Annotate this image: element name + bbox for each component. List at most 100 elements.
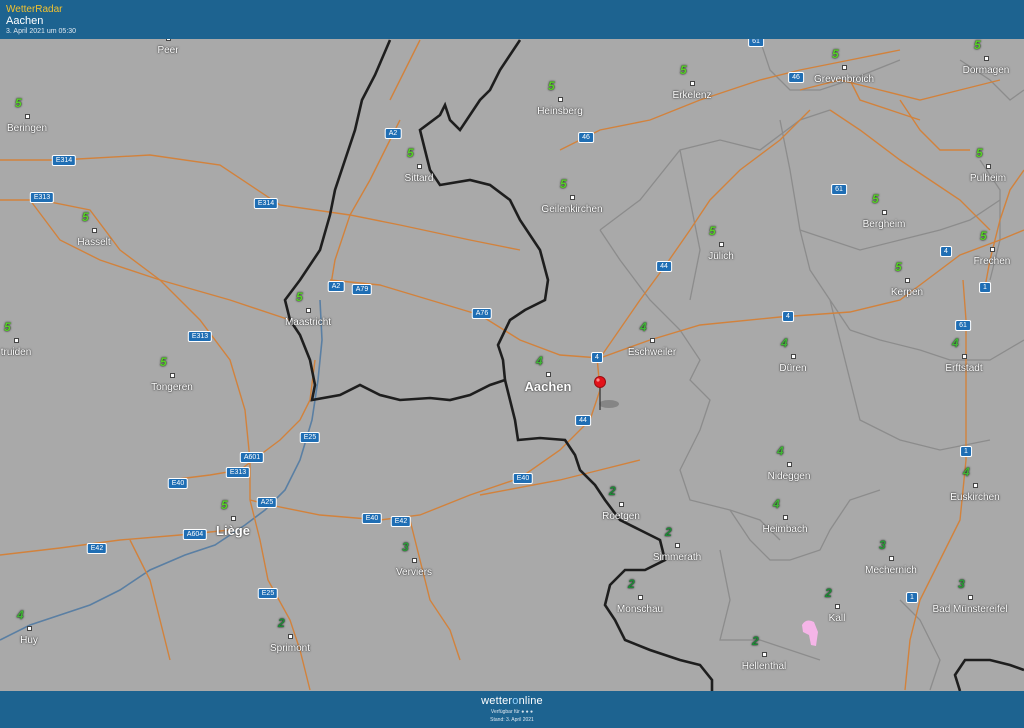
city-dot-verviers — [412, 558, 417, 563]
forecast-level-dormagen: 5 — [974, 39, 981, 52]
city-dot-truiden — [14, 338, 19, 343]
header-bar: WetterRadar Aachen 3. April 2021 um 05:3… — [0, 0, 1024, 39]
map-pin-icon[interactable] — [594, 376, 620, 411]
city-label-truiden[interactable]: truiden — [1, 347, 32, 358]
city-label-maastricht[interactable]: Maastricht — [285, 317, 331, 328]
forecast-level-erftstadt: 4 — [952, 336, 959, 350]
city-label-dormagen[interactable]: Dormagen — [963, 65, 1010, 76]
city-dot-peer — [166, 39, 171, 41]
wetteronline-logo[interactable]: wetteronline — [0, 695, 1024, 707]
city-label-tongeren[interactable]: Tongeren — [151, 382, 193, 393]
city-label-pulheim[interactable]: Pulheim — [970, 173, 1006, 184]
radar-map[interactable]: 61 46 A2 46 E314 E313 E314 61 4 44 1 A2 A79 A76 4 E313 6… — [0, 39, 1024, 691]
city-label-aachen[interactable]: Aachen — [525, 379, 572, 394]
forecast-level-nideggen: 4 — [777, 444, 784, 458]
city-label-frechen[interactable]: Frechen — [974, 256, 1011, 267]
road-shield-a79: A79 — [351, 284, 373, 295]
forecast-level-hellenthal: 2 — [752, 634, 759, 648]
city-label-huy[interactable]: Huy — [20, 635, 38, 646]
road-shield-4: 4 — [940, 246, 952, 257]
city-label-heimbach[interactable]: Heimbach — [762, 524, 807, 535]
city-label-peer[interactable]: Peer — [157, 45, 178, 56]
city-label-mechernich[interactable]: Mechernich — [865, 565, 917, 576]
city-label-beringen[interactable]: Beringen — [7, 123, 47, 134]
city-dot-heimbach — [783, 515, 788, 520]
forecast-level-huy: 4 — [17, 608, 24, 622]
city-dot-huy — [27, 626, 32, 631]
road-shield-e314: E314 — [51, 155, 77, 166]
city-dot-sprimont — [288, 634, 293, 639]
city-dot-hasselt — [92, 228, 97, 233]
city-label-duren[interactable]: Düren — [779, 363, 806, 374]
city-label-erftstadt[interactable]: Erftstadt — [945, 363, 982, 374]
city-dot-bergheim — [882, 210, 887, 215]
city-label-nideggen[interactable]: Nideggen — [768, 471, 811, 482]
road-shield-e40: E40 — [361, 513, 383, 524]
road-shield-1: 1 — [960, 446, 972, 457]
forecast-level-monschau: 2 — [628, 577, 635, 591]
precip-blob — [802, 620, 818, 646]
city-label-hasselt[interactable]: Hasselt — [77, 237, 110, 248]
city-label-erkelenz[interactable]: Erkelenz — [673, 90, 712, 101]
forecast-level-frechen: 5 — [980, 229, 987, 243]
city-label-sittard[interactable]: Sittard — [405, 173, 434, 184]
forecast-level-simmerath: 2 — [665, 525, 672, 539]
footer-bar: wetteronline Verfügbar für ● ● ● Stand: … — [0, 691, 1024, 728]
city-dot-kall — [835, 604, 840, 609]
city-label-simmerath[interactable]: Simmerath — [653, 552, 701, 563]
city-dot-sittard — [417, 164, 422, 169]
city-label-euskirchen[interactable]: Euskirchen — [950, 492, 999, 503]
road-shield-46: 46 — [788, 72, 804, 83]
road-shield-a604: A604 — [182, 529, 208, 540]
city-label-hellenthal[interactable]: Hellenthal — [742, 661, 786, 672]
city-dot-liege — [231, 516, 236, 521]
city-label-kall[interactable]: Kall — [829, 613, 846, 624]
forecast-level-julich: 5 — [709, 224, 716, 238]
road-shield-e25: E25 — [299, 432, 321, 443]
forecast-level-verviers: 3 — [402, 540, 409, 554]
city-label-geilenkirchen[interactable]: Geilenkirchen — [541, 204, 602, 215]
city-label-bad-munstereifel[interactable]: Bad Münstereifel — [932, 604, 1007, 615]
availability-text: Verfügbar für ● ● ● — [490, 709, 534, 715]
city-dot-maastricht — [306, 308, 311, 313]
road-shield-a2: A2 — [384, 128, 402, 139]
forecast-level-beringen: 5 — [15, 96, 22, 110]
forecast-level-kall: 2 — [825, 586, 832, 600]
city-dot-roetgen — [619, 502, 624, 507]
road-shield-61: 61 — [955, 320, 971, 331]
road-shield-e313: E313 — [29, 192, 55, 203]
city-label-heinsberg[interactable]: Heinsberg — [537, 106, 583, 117]
forecast-level-heinsberg: 5 — [548, 79, 555, 93]
road-shield-e313: E313 — [187, 331, 213, 342]
forecast-level-aachen: 4 — [536, 354, 543, 368]
city-dot-grevenbroich — [842, 65, 847, 70]
stand-text: Stand: 3. April 2021 — [490, 717, 534, 723]
road-shield-a2: A2 — [327, 281, 345, 292]
forecast-level-eschweiler: 4 — [640, 320, 647, 334]
brand-title[interactable]: WetterRadar — [6, 4, 63, 15]
city-dot-erkelenz — [690, 81, 695, 86]
road-network — [0, 39, 1024, 691]
city-label-eschweiler[interactable]: Eschweiler — [628, 347, 676, 358]
city-label-liege[interactable]: Liège — [216, 523, 250, 538]
road-shield-61: 61 — [831, 184, 847, 195]
city-dot-frechen — [990, 247, 995, 252]
road-shield-a601: A601 — [239, 452, 265, 463]
city-label-bergheim[interactable]: Bergheim — [863, 219, 906, 230]
forecast-level-roetgen: 2 — [609, 484, 616, 498]
city-label-monschau[interactable]: Monschau — [617, 604, 663, 615]
forecast-level-tongeren: 5 — [160, 355, 167, 369]
city-dot-julich — [719, 242, 724, 247]
city-label-sprimont[interactable]: Sprimont — [270, 643, 310, 654]
city-dot-dormagen — [984, 56, 989, 61]
road-shield-4: 4 — [591, 352, 603, 363]
forecast-level-mechernich: 3 — [879, 538, 886, 552]
road-shield-1: 1 — [906, 592, 918, 603]
city-label-julich[interactable]: Jülich — [708, 251, 734, 262]
city-label-roetgen[interactable]: Roetgen — [602, 511, 640, 522]
city-label-verviers[interactable]: Verviers — [396, 567, 432, 578]
city-label-kerpen[interactable]: Kerpen — [891, 287, 923, 298]
city-label-grevenbroich[interactable]: Grevenbroich — [814, 74, 874, 85]
road-shield-1: 1 — [979, 282, 991, 293]
forecast-level-duren: 4 — [781, 336, 788, 350]
